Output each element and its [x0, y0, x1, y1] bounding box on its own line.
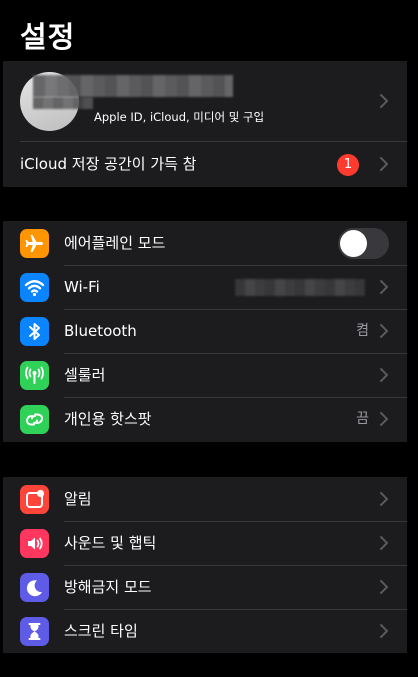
chevron-right-icon — [380, 94, 388, 108]
apple-id-subtitle: Apple ID, iCloud, 미디어 및 구입 — [94, 110, 265, 124]
settings-screen: 설정 Apple ID, iCloud, 미디어 및 구입 iCloud 저장 … — [0, 0, 418, 677]
chevron-right-icon — [380, 580, 388, 594]
screen-time-row[interactable]: 스크린 타임 — [3, 609, 407, 653]
bluetooth-icon — [20, 317, 49, 346]
sound-icon — [20, 529, 49, 558]
page-title: 설정 — [20, 20, 76, 54]
chevron-right-icon — [380, 412, 388, 426]
personal-hotspot-status: 끔 — [356, 411, 369, 427]
sounds-haptics-row[interactable]: 사운드 및 햅틱 — [3, 521, 407, 565]
cellular-label: 셀룰러 — [64, 366, 106, 384]
airplane-mode-row: 에어플레인 모드 — [3, 221, 407, 265]
apple-id-row[interactable]: Apple ID, iCloud, 미디어 및 구입 — [3, 61, 407, 141]
notification-badge: 1 — [337, 154, 359, 176]
redacted-network-name — [235, 279, 365, 296]
do-not-disturb-label: 방해금지 모드 — [64, 578, 152, 596]
notifications-group: 알림 사운드 및 햅틱 방해금지 모드 스크린 타임 — [3, 477, 407, 653]
personal-hotspot-label: 개인용 핫스팟 — [64, 410, 152, 428]
cellular-icon — [20, 361, 49, 390]
sounds-haptics-label: 사운드 및 햅틱 — [64, 534, 157, 552]
hotspot-icon — [20, 405, 49, 434]
screen-time-label: 스크린 타임 — [64, 622, 138, 640]
do-not-disturb-row[interactable]: 방해금지 모드 — [3, 565, 407, 609]
redacted-account-name — [33, 75, 233, 97]
airplane-icon — [20, 229, 49, 258]
toggle-knob — [340, 230, 367, 257]
wifi-row[interactable]: Wi-Fi — [3, 265, 407, 309]
chevron-right-icon — [380, 536, 388, 550]
chevron-right-icon — [380, 624, 388, 638]
profile-group: Apple ID, iCloud, 미디어 및 구입 iCloud 저장 공간이… — [3, 61, 407, 187]
airplane-mode-toggle[interactable] — [338, 228, 389, 259]
airplane-mode-label: 에어플레인 모드 — [64, 234, 166, 252]
moon-icon — [20, 573, 49, 602]
cellular-row[interactable]: 셀룰러 — [3, 353, 407, 397]
bluetooth-row[interactable]: Bluetooth 켬 — [3, 309, 407, 353]
chevron-right-icon — [380, 324, 388, 338]
bluetooth-label: Bluetooth — [64, 322, 137, 340]
personal-hotspot-row[interactable]: 개인용 핫스팟 끔 — [3, 397, 407, 441]
wifi-label: Wi-Fi — [64, 278, 100, 296]
chevron-right-icon — [380, 157, 388, 171]
hourglass-icon — [20, 617, 49, 646]
redacted-account-name-tail — [33, 97, 93, 109]
notifications-icon — [20, 485, 49, 514]
bluetooth-status: 켬 — [356, 323, 369, 339]
notifications-row[interactable]: 알림 — [3, 477, 407, 521]
chevron-right-icon — [380, 280, 388, 294]
wifi-icon — [20, 273, 49, 302]
connectivity-group: 에어플레인 모드 Wi-Fi Bluetooth 켬 셀룰러 개인용 핫스팟 끔 — [3, 221, 407, 442]
icloud-storage-label: iCloud 저장 공간이 가득 참 — [20, 155, 197, 173]
notifications-label: 알림 — [64, 490, 92, 508]
chevron-right-icon — [380, 492, 388, 506]
chevron-right-icon — [380, 368, 388, 382]
icloud-storage-full-row[interactable]: iCloud 저장 공간이 가득 참 1 — [3, 142, 407, 187]
